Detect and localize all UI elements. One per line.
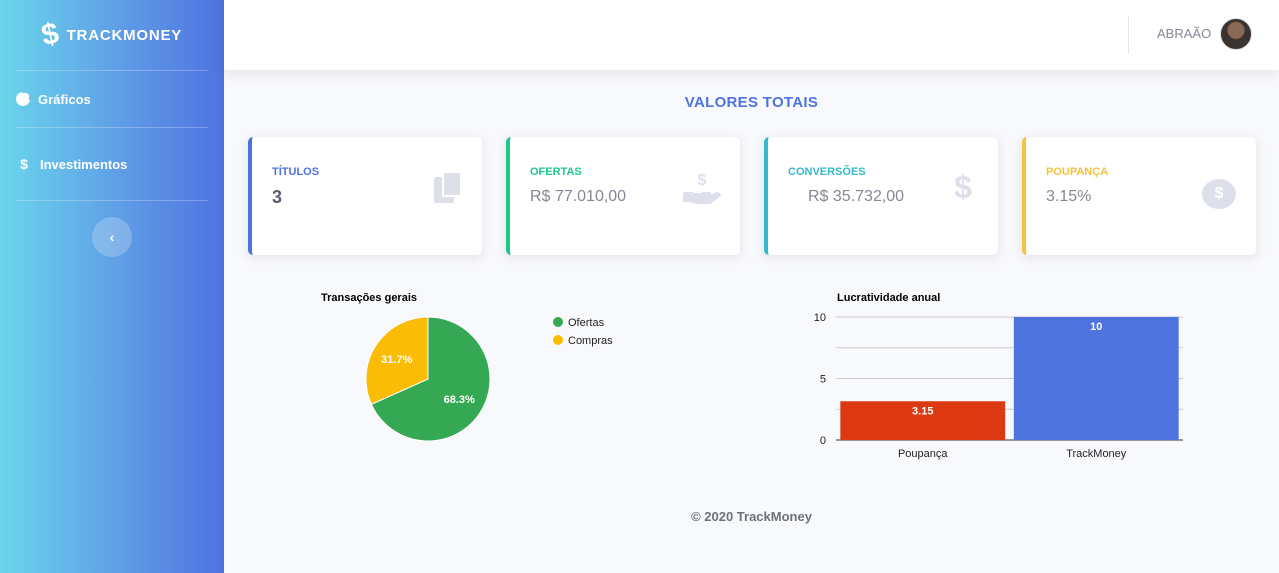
brand-dollar-icon: $ bbox=[38, 16, 62, 53]
sidebar-divider bbox=[16, 200, 208, 201]
legend-label[interactable]: Ofertas bbox=[568, 317, 605, 329]
sidebar-item-graficos[interactable]: Gráficos bbox=[0, 71, 224, 127]
topbar-divider bbox=[1128, 16, 1129, 54]
footer: © 2020 TrackMoney bbox=[691, 509, 812, 524]
card-label: CONVERSÕES bbox=[788, 166, 866, 178]
pie-slice-label: 31.7% bbox=[381, 354, 412, 366]
bar-data-label: 10 bbox=[1090, 321, 1102, 333]
sidebar-toggle-button[interactable]: ‹ bbox=[92, 217, 132, 257]
y-tick-label: 0 bbox=[820, 435, 826, 447]
x-tick-label: TrackMoney bbox=[1066, 448, 1127, 460]
card-value: 3.15% bbox=[1046, 188, 1092, 205]
card-value: R$ 77.010,00 bbox=[530, 188, 627, 205]
pie-chart-title: Transações gerais bbox=[321, 292, 418, 304]
topbar: ABRAÃO bbox=[224, 0, 1279, 70]
y-tick-label: 5 bbox=[820, 374, 826, 386]
pie-chart-icon bbox=[16, 91, 31, 106]
y-tick-label: 10 bbox=[814, 312, 826, 324]
user-name[interactable]: ABRAÃO bbox=[1157, 26, 1211, 41]
sidebar-item-label: Gráficos bbox=[38, 91, 91, 107]
card-value: R$ 35.732,00 bbox=[808, 188, 905, 205]
sidebar-item-investimentos[interactable]: $ Investimentos bbox=[0, 128, 224, 200]
card-poupanca: POUPANÇA 3.15% $ bbox=[1022, 137, 1256, 255]
bar[interactable] bbox=[1013, 317, 1179, 440]
sidebar: $ TRACKMONEY Gráficos $ Investimentos ‹ bbox=[0, 0, 224, 573]
chevron-left-icon: ‹ bbox=[109, 229, 115, 245]
bar-chart-title: Lucratividade anual bbox=[837, 292, 941, 304]
pie-chart: 68.3% 31.7% Ofertas Compras bbox=[365, 316, 613, 442]
card-titulos: TÍTULOS 3 bbox=[248, 137, 482, 255]
bar-chart: 0 5 10 3.15 Poupança 10 TrackMoney bbox=[814, 312, 1183, 460]
brand-name: TRACKMONEY bbox=[66, 26, 183, 44]
svg-text:$: $ bbox=[698, 172, 707, 189]
documents-icon bbox=[434, 171, 462, 205]
card-value: 3 bbox=[272, 187, 283, 207]
dollar-icon: $ bbox=[954, 169, 972, 205]
legend-marker bbox=[553, 317, 563, 327]
avatar[interactable] bbox=[1220, 18, 1252, 50]
dollar-icon: $ bbox=[20, 156, 28, 172]
card-label: OFERTAS bbox=[530, 166, 582, 178]
card-label: POUPANÇA bbox=[1046, 166, 1109, 178]
card-label: TÍTULOS bbox=[272, 166, 320, 178]
card-conversoes: CONVERSÕES R$ 35.732,00 $ bbox=[764, 137, 998, 255]
legend-label[interactable]: Compras bbox=[568, 335, 613, 347]
comment-dollar-icon: $ bbox=[1202, 179, 1236, 209]
sidebar-item-label: Investimentos bbox=[40, 156, 128, 172]
legend-marker bbox=[553, 335, 563, 345]
x-tick-label: Poupança bbox=[898, 448, 948, 460]
hand-holding-usd-icon: $ bbox=[683, 172, 722, 204]
page-title: VALORES TOTAIS bbox=[684, 94, 819, 111]
brand[interactable]: $ TRACKMONEY bbox=[0, 0, 224, 70]
bar-data-label: 3.15 bbox=[912, 405, 933, 417]
pie-slice-label: 68.3% bbox=[444, 394, 475, 406]
card-ofertas: OFERTAS R$ 77.010,00 $ bbox=[506, 137, 740, 255]
